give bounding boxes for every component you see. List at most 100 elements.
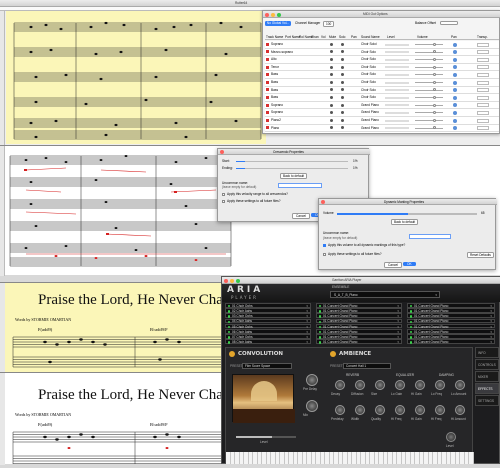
amb-preset-dropdown[interactable]: Concert Hall 1 [343, 363, 391, 369]
mute-toggle[interactable] [330, 65, 333, 69]
dynamic-check1-box[interactable] [323, 244, 326, 247]
volume-slider[interactable] [415, 59, 443, 61]
volume-slider[interactable] [415, 44, 443, 45]
close-icon[interactable] [265, 13, 269, 17]
aria-zoom-icon[interactable] [236, 279, 240, 283]
knob-dial[interactable] [306, 400, 318, 412]
instrument-slot[interactable]: 01 Concert Grand Piano ▾ [316, 334, 402, 339]
instrument-slot[interactable]: 01 Concert Grand Piano ▾ [407, 308, 495, 313]
ambience-knob[interactable]: Diffusion [350, 380, 370, 402]
volume-knob[interactable] [433, 103, 436, 107]
crescendo-back-default-button[interactable]: Back to default [280, 173, 308, 180]
solo-toggle[interactable] [341, 73, 344, 77]
tab-mixer[interactable]: MIXER [475, 371, 499, 382]
ambience-knob[interactable]: Hi Freq [430, 405, 450, 427]
conv-knob[interactable]: Pre Delay [302, 374, 322, 396]
level-slider[interactable] [236, 436, 296, 438]
volume-slider[interactable] [415, 104, 443, 106]
solo-toggle[interactable] [341, 80, 344, 84]
volume-slider[interactable] [415, 66, 443, 68]
solo-toggle[interactable] [341, 126, 344, 130]
knob-dial[interactable] [375, 405, 385, 415]
volume-knob[interactable] [433, 118, 436, 122]
solo-toggle[interactable] [341, 88, 344, 92]
mute-toggle[interactable] [330, 80, 333, 84]
volume-slider[interactable] [415, 74, 443, 76]
knob-dial[interactable] [335, 380, 345, 390]
volume-knob[interactable] [433, 73, 436, 77]
volume-slider[interactable] [415, 120, 443, 121]
ambience-knob[interactable]: Hi Gain [410, 405, 430, 427]
pan-knob[interactable] [453, 118, 457, 123]
dynamic-volume-slider[interactable] [337, 213, 477, 215]
mixer-row[interactable]: Soprano Choir Soloi [265, 41, 499, 49]
minimize-icon[interactable] [271, 13, 275, 17]
knob-dial[interactable] [455, 380, 465, 390]
mute-toggle[interactable] [330, 73, 333, 77]
ambience-knob[interactable]: Predelay [330, 405, 350, 427]
pan-knob[interactable] [453, 126, 457, 131]
volume-slider[interactable] [415, 97, 443, 99]
volume-slider[interactable] [415, 51, 443, 53]
mute-toggle[interactable] [330, 57, 333, 61]
mixer-row[interactable]: Mezzo-soprano Choir Solo [265, 49, 499, 57]
ambience-knob[interactable]: Width [350, 405, 370, 427]
knob-dial[interactable] [435, 380, 445, 390]
knob-dial[interactable] [306, 374, 318, 386]
volume-knob[interactable] [433, 42, 436, 46]
solo-toggle[interactable] [341, 111, 344, 115]
dynamic-check2-box[interactable] [323, 253, 326, 256]
ambience-knob[interactable]: Lo Freq [430, 380, 450, 402]
crescendo-check1-box[interactable] [222, 193, 225, 196]
mixer-row[interactable]: Tenor Choir Solo [265, 64, 499, 72]
pan-knob[interactable] [453, 95, 457, 100]
instrument-slot[interactable]: 01 Concert Grand Piano ▾ [407, 323, 495, 329]
solo-toggle[interactable] [341, 42, 344, 46]
dynamic-name-input[interactable] [409, 234, 451, 239]
instrument-slot[interactable]: 01 Concert Grand Piano ▾ [407, 318, 495, 324]
crescendo-ending-slider[interactable] [236, 167, 348, 169]
volume-slider[interactable] [415, 127, 443, 129]
volume-knob[interactable] [433, 57, 436, 61]
knob-dial[interactable] [435, 405, 445, 415]
solo-toggle[interactable] [341, 103, 344, 107]
dynamic-reset-button[interactable]: Reset Defaults [467, 252, 494, 259]
ambience-knob[interactable]: Lo Amount [450, 380, 470, 402]
instrument-slot[interactable]: 01 Concert Grand Piano ▾ [316, 339, 402, 344]
tab-settings[interactable]: SETTINGS [475, 395, 499, 406]
ambience-knob[interactable]: Hi Amount [450, 405, 470, 427]
instrument-slot[interactable]: 01 Concert Grand Piano ▾ [407, 329, 495, 334]
instrument-slot[interactable]: 04 Choir Aahs ▾ [225, 318, 311, 324]
mixer-row[interactable]: Soprano Grand Piano [265, 109, 499, 117]
instrument-slot[interactable]: 01 Concert Grand Piano ▾ [316, 313, 402, 318]
ambience-knob[interactable]: Lo Gain [390, 380, 410, 402]
transpose-field[interactable] [477, 126, 489, 131]
mute-toggle[interactable] [330, 126, 333, 130]
dynamic-close-icon[interactable] [321, 200, 325, 204]
tab-controls[interactable]: CONTROLS [475, 359, 499, 370]
ambience-knob[interactable]: Decay [330, 380, 350, 402]
balance-offset-field[interactable] [440, 21, 458, 25]
instrument-slot[interactable]: 05 Choir Oohs ▾ [225, 323, 311, 329]
volume-knob[interactable] [433, 111, 436, 115]
instrument-slot[interactable]: 01 Concert Grand Piano ▾ [407, 334, 495, 339]
transpose-field[interactable] [477, 72, 489, 77]
transpose-field[interactable] [477, 110, 489, 115]
solo-toggle[interactable] [341, 50, 344, 54]
pan-knob[interactable] [453, 65, 457, 70]
instrument-slot[interactable]: 07 Choir Oohs ▾ [225, 334, 311, 339]
transpose-field[interactable] [477, 88, 489, 93]
transpose-field[interactable] [477, 118, 489, 123]
mute-toggle[interactable] [330, 50, 333, 54]
knob-dial[interactable] [395, 405, 405, 415]
pan-knob[interactable] [453, 80, 457, 85]
crescendo-close-icon[interactable] [220, 150, 224, 154]
pan-knob[interactable] [453, 57, 457, 62]
pan-knob[interactable] [453, 103, 457, 108]
volume-knob[interactable] [433, 80, 436, 84]
piano-keyboard[interactable] [226, 452, 474, 464]
knob-dial[interactable] [415, 380, 425, 390]
volume-knob[interactable] [433, 65, 436, 69]
knob-dial[interactable] [355, 405, 365, 415]
conv-preset-dropdown[interactable]: Film Score Space [242, 363, 292, 369]
